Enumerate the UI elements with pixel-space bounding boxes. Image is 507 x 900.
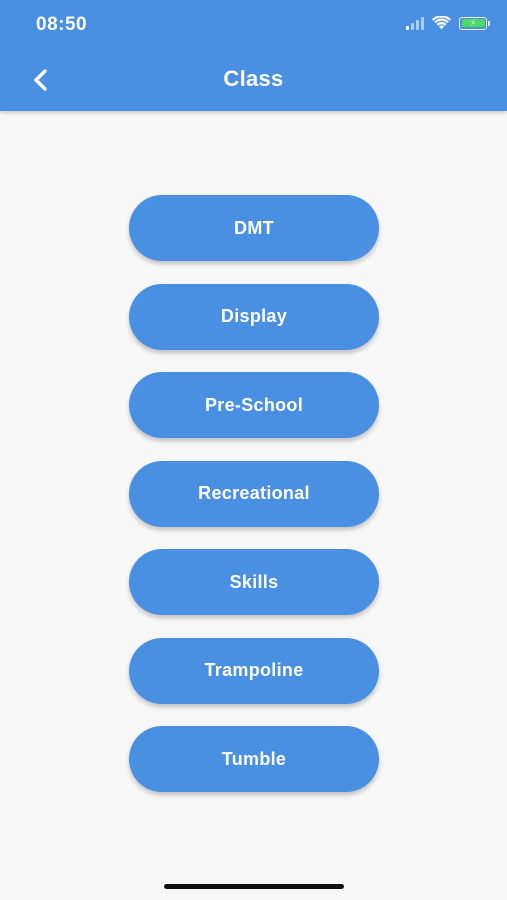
class-button-skills[interactable]: Skills bbox=[129, 549, 379, 615]
status-time: 08:50 bbox=[36, 14, 88, 35]
app-bar: 08:50 ⚡ Class bbox=[0, 0, 507, 111]
class-button-recreational[interactable]: Recreational bbox=[129, 460, 379, 527]
page-title: Class bbox=[223, 66, 284, 91]
class-button-trampoline[interactable]: Trampoline bbox=[129, 637, 379, 704]
class-list: DMT Display Pre-School Recreational Skil… bbox=[129, 195, 379, 815]
charging-bolt-icon: ⚡ bbox=[469, 17, 477, 28]
class-button-dmt[interactable]: DMT bbox=[129, 195, 379, 261]
class-button-tumble[interactable]: Tumble bbox=[129, 726, 379, 792]
signal-icon bbox=[406, 16, 424, 30]
home-indicator[interactable] bbox=[164, 884, 344, 889]
class-button-pre-school[interactable]: Pre-School bbox=[129, 372, 379, 438]
status-icons: ⚡ bbox=[406, 16, 490, 30]
wifi-icon bbox=[432, 16, 451, 30]
battery-charging-icon: ⚡ bbox=[459, 16, 490, 30]
class-button-display[interactable]: Display bbox=[129, 283, 379, 350]
